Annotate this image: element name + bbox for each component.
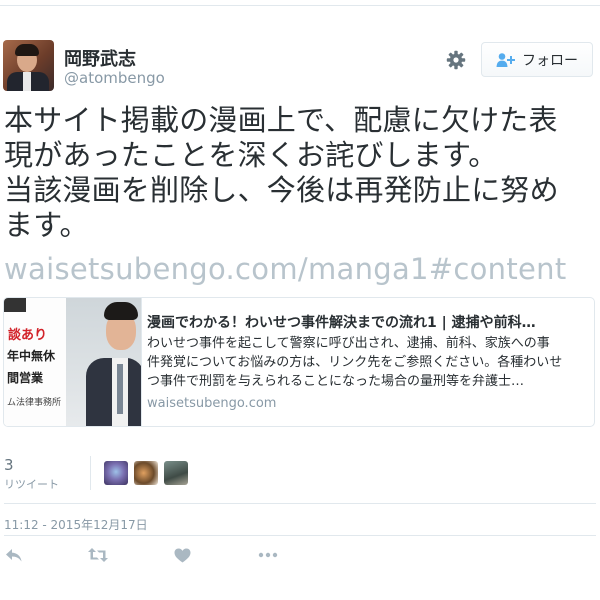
user-handle[interactable]: @atombengo <box>64 69 165 87</box>
card-description-line: つ事件で刑罰を与えられることになった場合の量刑等を弁護士… <box>147 374 525 389</box>
retweeter-avatar[interactable] <box>164 461 188 485</box>
add-user-icon <box>496 52 516 68</box>
tweet-link[interactable]: waisetsubengo.com/manga1#content <box>4 252 567 286</box>
card-description-line: わいせつ事件を起こして警察に呼び出され、逮捕、前科、家族への事 <box>147 336 550 351</box>
thumbnail-text: 間営業 <box>7 371 44 385</box>
thumbnail-text: 談あり <box>8 328 48 343</box>
tweet-text-line: 現があったことを深くお詫びします。 <box>4 138 498 172</box>
card-title[interactable]: 漫画でわかる！わいせつ事件解決までの流れ1 | 逮捕や前科… <box>147 312 587 332</box>
top-divider <box>0 5 600 6</box>
tweet-text-line: 当該漫画を削除し、今後は再発防止に努め <box>4 173 559 207</box>
stats-divider <box>90 456 91 490</box>
tweet-text: 本サイト掲載の漫画上で、配慮に欠けた表 現があったことを深くお詫びします。 当該… <box>4 103 596 243</box>
divider <box>4 503 596 504</box>
card-thumbnail: 談あり 年中無休 間営業 ム法律事務所 <box>4 298 142 426</box>
retweeter-avatar[interactable] <box>104 461 128 485</box>
link-card[interactable]: 談あり 年中無休 間営業 ム法律事務所 漫画でわかる！わいせつ事件解決までの流れ… <box>3 297 595 427</box>
card-description-line: 件発覚についてお悩みの方は、リンク先をご参照ください。各種わいせ <box>147 355 563 370</box>
follow-label: フォロー <box>522 52 578 69</box>
divider <box>4 535 596 536</box>
follow-button[interactable]: フォロー <box>481 42 593 77</box>
display-name[interactable]: 岡野武志 <box>64 45 136 71</box>
card-domain: waisetsubengo.com <box>147 396 277 411</box>
retweet-label[interactable]: リツイート <box>4 476 59 492</box>
heart-icon[interactable] <box>172 544 192 566</box>
thumbnail-text: ム法律事務所 <box>7 398 62 408</box>
thumbnail-text: 年中無休 <box>7 349 56 363</box>
more-icon[interactable] <box>256 544 280 566</box>
gear-icon[interactable] <box>444 48 468 72</box>
tweet-text-line: ます。 <box>4 208 89 242</box>
retweet-count[interactable]: 3 <box>4 456 14 474</box>
timestamp[interactable]: 11:12 - 2015年12月17日 <box>4 516 148 533</box>
retweeter-avatar[interactable] <box>134 461 158 485</box>
tweet-text-line: 本サイト掲載の漫画上で、配慮に欠けた表 <box>4 103 558 137</box>
card-description: わいせつ事件を起こして警察に呼び出され、逮捕、前科、家族への事 件発覚についてお… <box>147 334 587 391</box>
avatar[interactable] <box>3 40 54 91</box>
retweet-icon[interactable] <box>86 544 110 566</box>
reply-icon[interactable] <box>3 544 25 566</box>
